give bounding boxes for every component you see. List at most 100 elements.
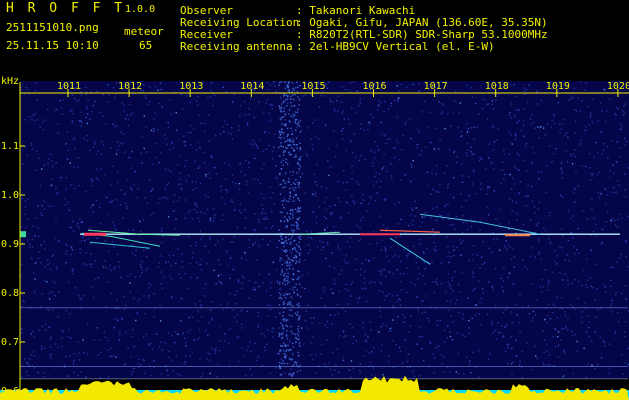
noise-speck — [492, 331, 494, 334]
noise-speck — [383, 224, 385, 226]
noise-speck — [434, 249, 437, 251]
noise-speck — [337, 244, 339, 246]
noise-speck — [611, 266, 614, 269]
noise-speck — [248, 239, 250, 241]
noise-speck — [276, 246, 278, 249]
noise-speck — [608, 176, 611, 179]
noise-speck — [415, 262, 418, 264]
noise-speck — [337, 247, 339, 249]
noise-speck — [538, 178, 540, 180]
noise-speck — [315, 354, 317, 356]
noise-speck — [301, 327, 303, 329]
noise-speck — [456, 156, 458, 158]
noise-speck — [433, 291, 436, 294]
noise-speck — [239, 212, 242, 214]
noise-band-speck — [296, 226, 298, 228]
noise-speck — [311, 143, 313, 146]
noise-speck — [267, 89, 269, 91]
noise-speck — [380, 316, 382, 318]
noise-speck — [145, 97, 147, 99]
noise-speck — [205, 173, 207, 176]
noise-speck — [187, 211, 189, 214]
noise-speck — [493, 190, 495, 192]
noise-speck — [589, 112, 592, 114]
noise-speck — [600, 243, 603, 245]
noise-speck — [590, 285, 592, 287]
noise-speck — [55, 343, 57, 345]
noise-speck — [92, 104, 94, 107]
noise-speck — [479, 156, 481, 159]
noise-speck — [394, 203, 396, 205]
noise-speck — [233, 93, 236, 96]
noise-speck — [184, 217, 187, 220]
noise-speck — [542, 127, 545, 129]
noise-speck — [80, 298, 83, 300]
noise-speck — [264, 346, 266, 348]
noise-speck — [339, 335, 341, 337]
noise-speck — [203, 122, 206, 124]
noise-speck — [503, 267, 505, 269]
noise-speck — [144, 197, 146, 199]
noise-band-speck — [299, 238, 302, 240]
noise-speck — [349, 376, 352, 378]
noise-speck — [21, 305, 23, 308]
noise-speck — [130, 356, 132, 358]
noise-speck — [24, 206, 27, 208]
noise-speck — [190, 124, 192, 127]
noise-speck — [205, 283, 207, 285]
noise-speck — [229, 200, 232, 203]
noise-speck — [22, 299, 24, 302]
noise-speck — [175, 218, 177, 220]
noise-speck — [625, 298, 627, 300]
noise-speck — [389, 138, 392, 140]
noise-band-speck — [283, 349, 285, 352]
noise-speck — [346, 241, 348, 243]
noise-speck — [327, 148, 329, 150]
noise-speck — [167, 374, 169, 376]
noise-speck — [342, 182, 345, 184]
noise-speck — [478, 376, 480, 379]
noise-speck — [203, 161, 206, 164]
noise-speck — [86, 108, 89, 110]
noise-speck — [316, 246, 319, 248]
noise-speck — [410, 137, 412, 140]
noise-band-speck — [295, 255, 297, 257]
noise-speck — [131, 336, 134, 338]
noise-band-speck — [280, 273, 282, 276]
noise-speck — [155, 142, 157, 145]
noise-speck — [224, 178, 227, 180]
noise-speck — [213, 220, 215, 222]
noise-speck — [257, 311, 260, 314]
noise-speck — [571, 282, 573, 284]
noise-band-speck — [297, 86, 299, 88]
noise-speck — [487, 186, 489, 188]
noise-speck — [572, 215, 575, 217]
noise-band-speck — [292, 268, 294, 270]
noise-speck — [447, 183, 449, 185]
noise-band-speck — [299, 159, 301, 161]
noise-speck — [526, 143, 528, 145]
noise-speck — [405, 86, 408, 88]
noise-speck — [369, 123, 371, 125]
noise-speck — [584, 125, 587, 128]
noise-speck — [536, 103, 539, 105]
noise-band-speck — [298, 316, 300, 318]
noise-speck — [254, 281, 257, 284]
y-tick-label: 0.7 — [1, 337, 19, 348]
noise-speck — [49, 262, 51, 265]
noise-speck — [617, 321, 620, 323]
noise-speck — [459, 242, 462, 245]
noise-speck — [101, 140, 103, 143]
noise-speck — [314, 195, 316, 197]
noise-speck — [591, 121, 594, 124]
noise-speck — [473, 153, 475, 155]
noise-band-speck — [291, 147, 293, 149]
noise-speck — [455, 90, 457, 92]
noise-speck — [29, 243, 31, 246]
noise-speck — [209, 96, 211, 98]
noise-speck — [209, 372, 211, 375]
noise-speck — [507, 243, 510, 246]
noise-speck — [199, 146, 201, 149]
noise-speck — [93, 339, 96, 341]
noise-speck — [505, 324, 507, 327]
